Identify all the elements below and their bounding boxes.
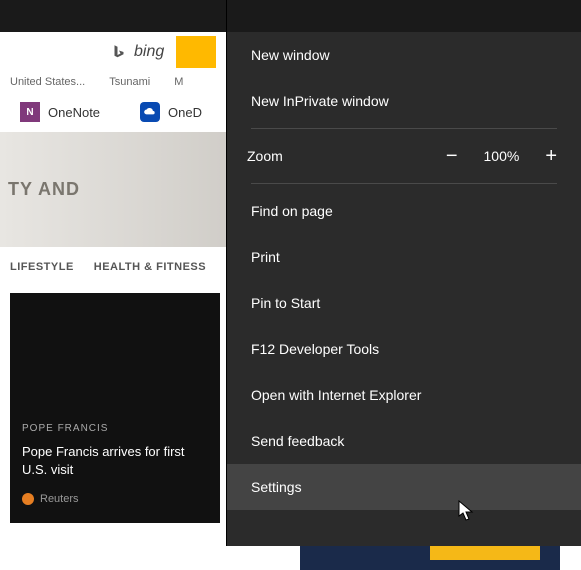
zoom-in-button[interactable]: + xyxy=(541,145,561,168)
search-input[interactable] xyxy=(176,36,216,68)
category-health[interactable]: HEALTH & FITNESS xyxy=(94,261,206,273)
bing-logo[interactable]: bing xyxy=(110,43,164,61)
menu-new-inprivate[interactable]: New InPrivate window xyxy=(227,78,581,124)
menu-zoom: Zoom − 100% + xyxy=(227,133,581,179)
news-source: Reuters xyxy=(22,493,79,505)
news-tile[interactable]: POPE FRANCIS Pope Francis arrives for fi… xyxy=(10,293,220,523)
menu-titlebar-gap xyxy=(227,0,581,32)
menu-pin[interactable]: Pin to Start xyxy=(227,280,581,326)
menu-separator xyxy=(251,128,557,129)
onenote-icon: N xyxy=(20,102,40,122)
menu-separator xyxy=(251,183,557,184)
bing-label: bing xyxy=(134,43,164,61)
news-headline: Pope Francis arrives for first U.S. visi… xyxy=(22,443,202,479)
trending-item[interactable]: United States... xyxy=(10,76,85,88)
favorite-label: OneD xyxy=(168,105,202,120)
menu-devtools[interactable]: F12 Developer Tools xyxy=(227,326,581,372)
menu-find[interactable]: Find on page xyxy=(227,188,581,234)
favorite-onenote[interactable]: N OneNote xyxy=(20,102,100,122)
news-tag: POPE FRANCIS xyxy=(22,423,108,434)
cursor-icon xyxy=(458,500,476,522)
more-menu: New window New InPrivate window Zoom − 1… xyxy=(226,0,581,546)
zoom-label: Zoom xyxy=(247,148,283,164)
menu-feedback[interactable]: Send feedback xyxy=(227,418,581,464)
favorite-label: OneNote xyxy=(48,105,100,120)
category-lifestyle[interactable]: LIFESTYLE xyxy=(10,261,74,273)
zoom-value: 100% xyxy=(484,148,520,164)
trending-item[interactable]: Tsunami xyxy=(109,76,150,88)
hero-text: TY AND xyxy=(8,179,80,200)
onedrive-icon xyxy=(140,102,160,122)
trending-item[interactable]: M xyxy=(174,76,183,88)
zoom-out-button[interactable]: − xyxy=(442,145,462,168)
menu-print[interactable]: Print xyxy=(227,234,581,280)
menu-settings[interactable]: Settings xyxy=(227,464,581,510)
menu-new-window[interactable]: New window xyxy=(227,32,581,78)
favorite-onedrive[interactable]: OneD xyxy=(140,102,202,122)
menu-open-ie[interactable]: Open with Internet Explorer xyxy=(227,372,581,418)
